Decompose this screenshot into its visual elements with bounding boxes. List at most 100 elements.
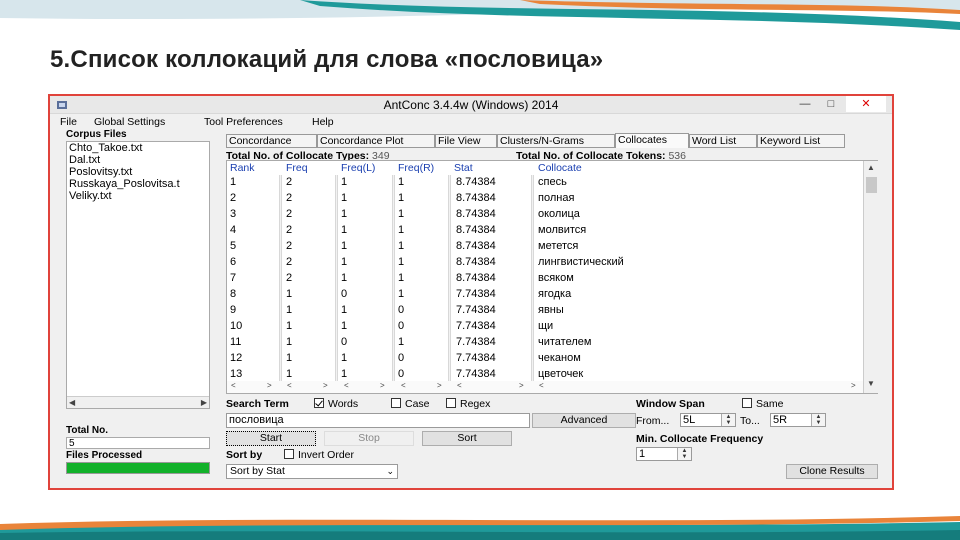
menu-tool-preferences[interactable]: Tool Preferences [204, 116, 283, 128]
checkbox-icon[interactable] [284, 449, 294, 459]
scroll-up-icon[interactable]: ▲ [867, 163, 875, 172]
column-header-freq-l[interactable]: Freq(L) [341, 162, 375, 174]
advanced-button[interactable]: Advanced [532, 413, 636, 428]
corpus-file-list[interactable]: Chto_Takoe.txt Dal.txt Poslovitsy.txt Ru… [66, 141, 210, 409]
maximize-button[interactable]: □ [818, 96, 844, 112]
cell-freq: 2 [286, 256, 293, 268]
tab-keyword-list[interactable]: Keyword List [757, 134, 845, 148]
cell-rank: 5 [230, 240, 237, 252]
table-row[interactable]: 11 1 0 1 7.74384 читателем [227, 335, 863, 351]
scroll-thumb[interactable] [866, 177, 877, 193]
regex-checkbox[interactable]: Regex [446, 398, 490, 410]
cell-freq-r: 1 [398, 240, 405, 252]
scroll-left-icon[interactable]: < [287, 381, 292, 390]
stepper-arrows-icon[interactable]: ▲ ▼ [677, 448, 691, 460]
cell-rank: 10 [230, 320, 243, 332]
corpus-file-item[interactable]: Dal.txt [69, 154, 209, 166]
scroll-right-icon[interactable]: ▶ [201, 397, 207, 409]
scroll-left-icon[interactable]: < [457, 381, 462, 390]
stop-button[interactable]: Stop [324, 431, 414, 446]
corpus-file-item[interactable]: Chto_Takoe.txt [69, 142, 209, 154]
scroll-right-icon[interactable]: > [519, 381, 524, 390]
tab-word-list[interactable]: Word List [689, 134, 757, 148]
cell-collocate: молвится [538, 224, 587, 236]
cell-rank: 2 [230, 192, 237, 204]
scroll-left-icon[interactable]: ◀ [69, 397, 75, 409]
corpus-file-item[interactable]: Poslovitsy.txt [69, 166, 209, 178]
table-row[interactable]: 8 1 0 1 7.74384 ягодка [227, 287, 863, 303]
min-frequency-stepper[interactable]: 1 ▲ ▼ [636, 447, 692, 461]
stepper-arrows-icon[interactable]: ▲ ▼ [721, 414, 735, 426]
scroll-down-icon[interactable]: ▼ [867, 379, 875, 388]
column-header-freq-r[interactable]: Freq(R) [398, 162, 434, 174]
tab-concordance[interactable]: Concordance [226, 134, 317, 148]
cell-freq-l: 1 [341, 208, 348, 220]
table-row[interactable]: 7 2 1 1 8.74384 всяком [227, 271, 863, 287]
checkbox-icon[interactable] [446, 398, 456, 408]
table-row[interactable]: 1 2 1 1 8.74384 спесь [227, 175, 863, 191]
close-button[interactable]: ✕ [846, 96, 886, 112]
menu-help[interactable]: Help [312, 116, 334, 128]
column-header-stat[interactable]: Stat [454, 162, 473, 174]
column-header-collocate[interactable]: Collocate [538, 162, 582, 174]
scroll-right-icon[interactable]: > [380, 381, 385, 390]
checkbox-checked-icon[interactable] [314, 398, 324, 408]
chevron-down-icon: ⌄ [386, 466, 394, 476]
sort-by-select[interactable]: Sort by Stat ⌄ [226, 464, 398, 479]
table-row[interactable]: 10 1 1 0 7.74384 щи [227, 319, 863, 335]
search-term-label: Search Term [226, 398, 289, 410]
to-stepper[interactable]: 5R ▲ ▼ [770, 413, 826, 427]
window-span-label: Window Span [636, 398, 705, 410]
cell-freq-r: 1 [398, 336, 405, 348]
tab-concordance-plot[interactable]: Concordance Plot [317, 134, 435, 148]
scroll-right-icon[interactable]: > [437, 381, 442, 390]
scroll-left-icon[interactable]: < [539, 381, 544, 390]
sort-button[interactable]: Sort [422, 431, 512, 446]
scroll-right-icon[interactable]: > [267, 381, 272, 390]
column-header-freq[interactable]: Freq [286, 162, 308, 174]
minimize-button[interactable]: — [792, 96, 818, 112]
words-checkbox[interactable]: Words [314, 398, 358, 410]
scroll-right-icon[interactable]: > [323, 381, 328, 390]
scroll-left-icon[interactable]: < [401, 381, 406, 390]
cell-freq: 2 [286, 272, 293, 284]
table-row[interactable]: 3 2 1 1 8.74384 околица [227, 207, 863, 223]
tab-clusters-ngrams[interactable]: Clusters/N-Grams [497, 134, 615, 148]
scroll-left-icon[interactable]: < [344, 381, 349, 390]
table-row[interactable]: 2 2 1 1 8.74384 полная [227, 191, 863, 207]
corpus-file-item[interactable]: Russkaya_Poslovitsa.t [69, 178, 209, 190]
scroll-left-icon[interactable]: < [231, 381, 236, 390]
case-checkbox[interactable]: Case [391, 398, 430, 410]
scroll-right-icon[interactable]: > [851, 381, 856, 390]
table-row[interactable]: 5 2 1 1 8.74384 метется [227, 239, 863, 255]
table-hscrollbar[interactable]: < > < > < > < > < > < > [227, 381, 863, 393]
corpus-file-item[interactable]: Veliky.txt [69, 190, 209, 202]
clone-results-button[interactable]: Clone Results [786, 464, 878, 479]
tab-collocates[interactable]: Collocates [615, 133, 689, 148]
file-list-hscrollbar[interactable]: ◀ ▶ [67, 396, 209, 408]
cell-stat: 8.74384 [456, 224, 496, 236]
invert-order-checkbox[interactable]: Invert Order [284, 449, 354, 461]
checkbox-icon[interactable] [742, 398, 752, 408]
menu-file[interactable]: File [60, 116, 77, 128]
table-vscrollbar[interactable]: ▲ ▼ [863, 161, 878, 393]
table-row[interactable]: 12 1 1 0 7.74384 чеканом [227, 351, 863, 367]
from-stepper[interactable]: 5L ▲ ▼ [680, 413, 736, 427]
stepper-arrows-icon[interactable]: ▲ ▼ [811, 414, 825, 426]
column-header-rank[interactable]: Rank [230, 162, 255, 174]
table-row[interactable]: 4 2 1 1 8.74384 молвится [227, 223, 863, 239]
same-label: Same [756, 398, 784, 410]
start-button[interactable]: Start [226, 431, 316, 446]
checkbox-icon[interactable] [391, 398, 401, 408]
cell-stat: 8.74384 [456, 176, 496, 188]
search-term-input[interactable]: пословица [226, 413, 530, 428]
cell-freq-l: 1 [341, 304, 348, 316]
menu-global-settings[interactable]: Global Settings [94, 116, 165, 128]
same-checkbox[interactable]: Same [742, 398, 783, 410]
cell-stat: 7.74384 [456, 304, 496, 316]
regex-label: Regex [460, 398, 491, 410]
table-row[interactable]: 6 2 1 1 8.74384 лингвистический [227, 255, 863, 271]
cell-stat: 8.74384 [456, 240, 496, 252]
tab-file-view[interactable]: File View [435, 134, 497, 148]
table-row[interactable]: 9 1 1 0 7.74384 явны [227, 303, 863, 319]
